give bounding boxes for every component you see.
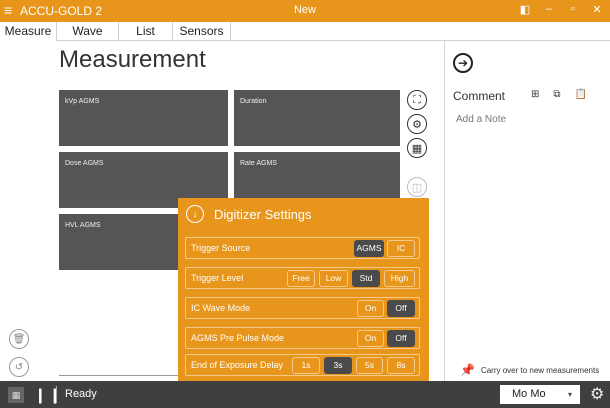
trigger-level-row: Trigger Level Free Low Std High — [185, 267, 420, 289]
document-title: New — [293, 4, 317, 16]
trigger-source-agms-button[interactable]: AGMS — [354, 240, 384, 257]
panel-toggle-icon[interactable]: ◫ — [407, 177, 427, 197]
gear-icon[interactable]: ⚙ — [407, 114, 427, 134]
ic-wave-off-button[interactable]: Off — [387, 300, 415, 317]
minimize-icon[interactable]: – — [542, 3, 556, 16]
chevron-down-icon: ▾ — [567, 390, 572, 399]
divider — [56, 386, 57, 403]
tile-label: kVp AGMS — [65, 98, 100, 105]
comment-title: Comment — [453, 89, 506, 103]
paste-icon[interactable]: 📋 — [575, 89, 587, 100]
ic-wave-mode-label: IC Wave Mode — [191, 303, 251, 313]
mode-select[interactable]: Mo Mo ▾ — [500, 385, 580, 404]
trigger-level-high-button[interactable]: High — [384, 270, 415, 287]
tile-label: Rate AGMS — [240, 160, 277, 167]
close-icon[interactable]: ✕ — [590, 3, 604, 16]
window-controls: ◧ – ▫ ✕ — [518, 3, 604, 16]
delay-5s-button[interactable]: 5s — [356, 357, 383, 374]
carry-over-label: Carry over to new measurements — [480, 365, 600, 375]
delay-3s-button[interactable]: 3s — [324, 357, 352, 374]
carry-over-toggle[interactable]: 📌 Carry over to new measurements — [460, 363, 599, 377]
note-input[interactable]: Add a Note — [456, 114, 506, 125]
snap-layout-icon[interactable]: ◧ — [518, 3, 532, 16]
undo-icon[interactable]: ↺ — [9, 357, 29, 377]
tile-label: Dose AGMS — [65, 160, 104, 167]
delay-8s-button[interactable]: 8s — [387, 357, 415, 374]
trigger-source-label: Trigger Source — [191, 243, 251, 253]
trigger-source-row: Trigger Source AGMS IC — [185, 237, 420, 259]
expand-icon[interactable]: ⛶ — [407, 90, 427, 110]
exposure-delay-label: End of Exposure Delay — [191, 360, 284, 370]
device-grid-icon[interactable]: ▦ — [8, 387, 24, 403]
tile-duration[interactable]: Duration — [234, 90, 400, 146]
agms-pre-pulse-label: AGMS Pre Pulse Mode — [191, 333, 285, 343]
settings-gear-icon[interactable]: ⚙ — [590, 384, 604, 404]
pre-pulse-on-button[interactable]: On — [357, 330, 384, 347]
status-text: Ready — [65, 388, 97, 400]
trigger-source-ic-button[interactable]: IC — [387, 240, 415, 257]
trigger-level-low-button[interactable]: Low — [319, 270, 348, 287]
pre-pulse-off-button[interactable]: Off — [387, 330, 415, 347]
grid-layout-icon[interactable]: ▦ — [407, 138, 427, 158]
pause-icon[interactable]: ❙❙ — [34, 386, 63, 404]
delete-icon[interactable]: 🗑 — [9, 329, 29, 349]
tab-list[interactable]: List — [119, 22, 173, 41]
tile-kvp[interactable]: kVp AGMS — [59, 90, 228, 146]
trigger-level-free-button[interactable]: Free — [287, 270, 315, 287]
hamburger-menu-icon[interactable]: ≡ — [4, 3, 12, 17]
digitizer-header[interactable]: ↓ Digitizer Settings — [186, 205, 312, 223]
status-bar: ▦ ❙❙ Ready Mo Mo ▾ ⚙ — [0, 381, 610, 408]
trigger-level-label: Trigger Level — [191, 273, 244, 283]
digitizer-settings-panel: ↓ Digitizer Settings Trigger Source AGMS… — [178, 198, 429, 382]
app-title: ACCU-GOLD 2 — [20, 4, 103, 18]
delay-1s-button[interactable]: 1s — [292, 357, 320, 374]
ic-wave-on-button[interactable]: On — [357, 300, 384, 317]
page-title: Measurement — [59, 46, 206, 73]
tile-label: Duration — [240, 98, 267, 105]
digitizer-title: Digitizer Settings — [214, 206, 312, 222]
arrow-right-icon[interactable]: ➔ — [453, 53, 473, 73]
divider — [59, 375, 179, 376]
trigger-level-std-button[interactable]: Std — [352, 270, 380, 287]
copy-icon[interactable]: ⧉ — [553, 89, 560, 100]
maximize-icon[interactable]: ▫ — [566, 3, 580, 16]
mode-select-value: Mo Mo — [512, 388, 546, 400]
pin-icon: 📌 — [460, 363, 475, 377]
ic-wave-mode-row: IC Wave Mode On Off — [185, 297, 420, 319]
comment-toolbar: ⊞ ⧉ 📋 — [531, 89, 587, 100]
tab-measure[interactable]: Measure — [0, 22, 57, 41]
add-note-icon[interactable]: ⊞ — [531, 89, 539, 100]
agms-pre-pulse-row: AGMS Pre Pulse Mode On Off — [185, 327, 420, 349]
comment-panel: ➔ Comment ⊞ ⧉ 📋 Add a Note 📌 Carry over … — [444, 41, 610, 381]
chevron-down-icon[interactable]: ↓ — [186, 205, 204, 223]
tab-strip: Measure Wave List Sensors — [0, 22, 610, 41]
title-bar: ≡ ACCU-GOLD 2 New ◧ – ▫ ✕ — [0, 0, 610, 22]
tab-sensors[interactable]: Sensors — [173, 22, 231, 41]
tab-wave[interactable]: Wave — [57, 22, 119, 41]
tile-label: HVL AGMS — [65, 222, 101, 229]
exposure-delay-row: End of Exposure Delay 1s 3s 5s 8s — [185, 354, 420, 376]
